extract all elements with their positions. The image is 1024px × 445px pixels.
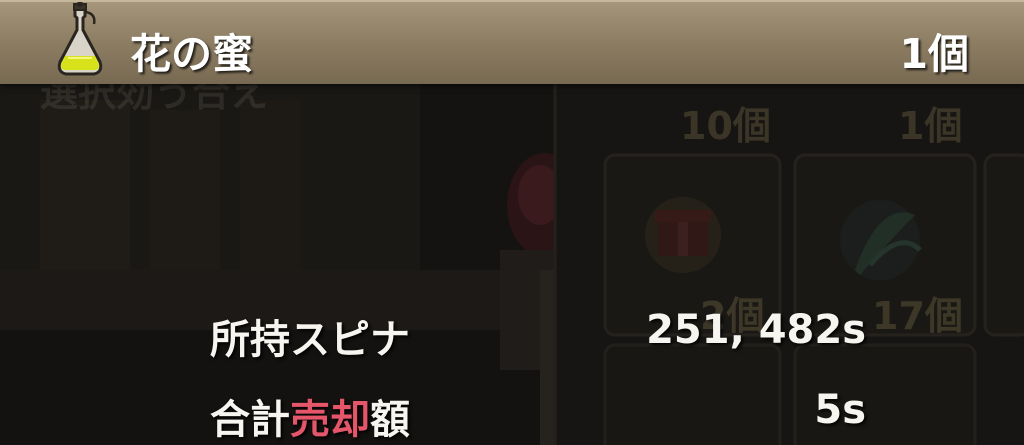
total-sale-value: 5s: [814, 387, 866, 433]
potion-flask-icon: [57, 2, 103, 76]
gift-box-icon: [645, 197, 721, 273]
item-name: 花の蜜: [130, 30, 253, 78]
held-spina-label: 所持スピナ: [210, 317, 410, 363]
slot-count: 10個: [680, 104, 771, 148]
slot-count: 17個: [872, 294, 963, 338]
header-highlight: [0, 0, 1024, 2]
herb-icon: [840, 200, 922, 280]
total-label-accent: 売却: [290, 397, 370, 443]
item-header-bar: 花の蜜 1個: [0, 0, 1024, 84]
item-count: 1個: [899, 30, 969, 78]
total-label-suffix: 額: [370, 397, 410, 443]
slot-count: 1個: [898, 104, 963, 148]
total-sale-label: 合計売却額: [210, 387, 410, 445]
total-label-prefix: 合計: [210, 397, 290, 443]
held-spina-value: 251, 482s: [646, 307, 866, 353]
